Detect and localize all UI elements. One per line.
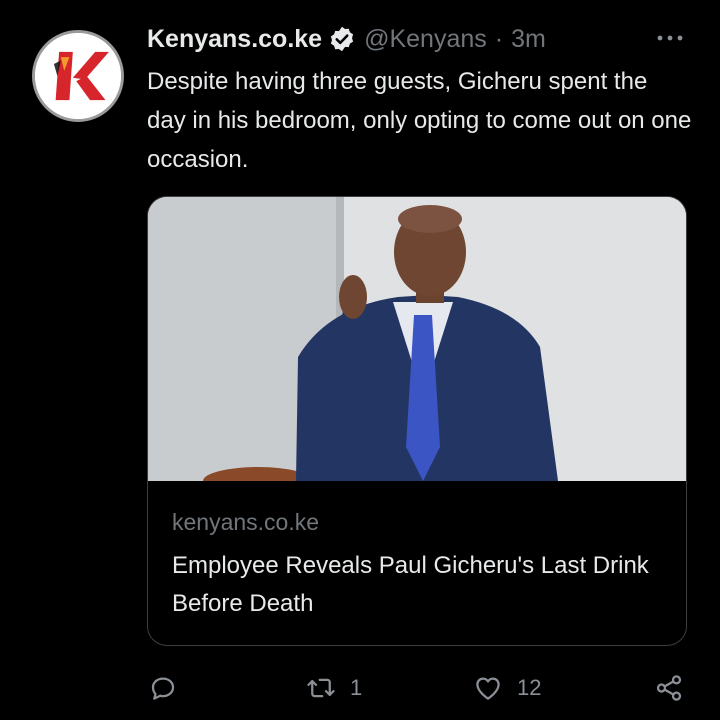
card-image xyxy=(148,197,686,481)
tweet: Kenyans.co.ke @Kenyans · 3m Despite havi… xyxy=(0,0,720,720)
more-dots-icon[interactable] xyxy=(652,28,688,48)
timestamp[interactable]: 3m xyxy=(511,25,546,54)
card-domain: kenyans.co.ke xyxy=(172,509,320,535)
kenyans-logo-icon xyxy=(35,33,121,119)
heart-icon xyxy=(476,677,500,700)
tweet-text: Despite having three guests, Gicheru spe… xyxy=(147,68,692,173)
share-icon xyxy=(656,675,682,701)
retweet-button[interactable]: 1 xyxy=(306,668,362,708)
link-card[interactable]: kenyans.co.ke Employee Reveals Paul Gich… xyxy=(147,196,687,646)
verified-badge-icon xyxy=(328,25,356,53)
tweet-header: Kenyans.co.ke @Kenyans · 3m xyxy=(147,22,546,56)
reply-icon xyxy=(151,677,175,700)
like-button[interactable]: 12 xyxy=(473,668,541,708)
separator-dot: · xyxy=(494,24,504,53)
display-name[interactable]: Kenyans.co.ke xyxy=(147,25,322,54)
action-bar: 1 12 xyxy=(0,668,720,708)
reply-button[interactable] xyxy=(148,668,178,708)
card-title: Employee Reveals Paul Gicheru's Last Dri… xyxy=(172,552,649,617)
handle[interactable]: @Kenyans xyxy=(364,25,487,54)
avatar[interactable] xyxy=(32,30,124,122)
like-count: 12 xyxy=(517,675,542,700)
share-button[interactable] xyxy=(654,668,684,708)
retweet-icon xyxy=(307,678,335,698)
retweet-count: 1 xyxy=(350,675,363,700)
